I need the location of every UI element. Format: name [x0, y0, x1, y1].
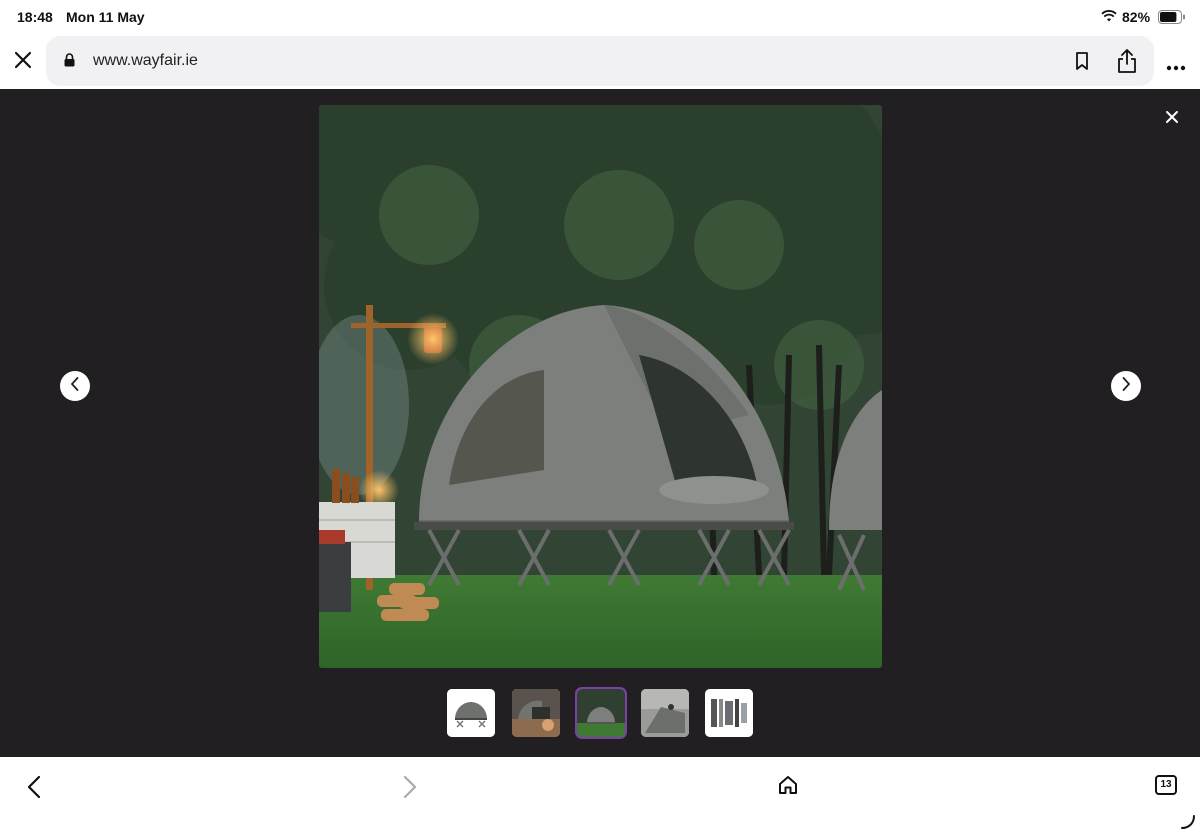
product-image[interactable]: [319, 105, 882, 668]
url-text[interactable]: www.wayfair.ie: [93, 52, 198, 70]
status-time: 18:48: [17, 9, 53, 25]
bookmark-icon[interactable]: [1074, 51, 1090, 76]
thumbnail-2[interactable]: [512, 689, 560, 737]
tabs-icon[interactable]: 13: [1155, 775, 1177, 795]
previous-image-button[interactable]: [60, 371, 90, 401]
thumbnail-3[interactable]: [575, 687, 627, 739]
back-icon[interactable]: [26, 775, 42, 804]
scroll-indicator: [1180, 814, 1196, 835]
wifi-icon: [1101, 9, 1117, 28]
battery-icon: [1158, 10, 1186, 29]
thumbnail-1[interactable]: [447, 689, 495, 737]
close-icon[interactable]: [12, 49, 34, 71]
thumbnail-4[interactable]: [641, 689, 689, 737]
next-image-button[interactable]: [1111, 371, 1141, 401]
battery-percentage: 82%: [1122, 9, 1151, 25]
bottom-toolbar: 13: [0, 757, 1200, 839]
chevron-right-icon: [1120, 376, 1132, 397]
share-icon[interactable]: [1116, 48, 1138, 79]
image-viewer: [0, 89, 1200, 757]
lock-icon: [64, 53, 75, 72]
browser-toolbar: www.wayfair.ie: [0, 34, 1200, 89]
more-icon[interactable]: [1166, 58, 1186, 76]
forward-icon[interactable]: [402, 775, 418, 804]
home-icon[interactable]: [777, 774, 799, 801]
thumbnail-5[interactable]: [705, 689, 753, 737]
close-icon[interactable]: [1164, 109, 1180, 130]
chevron-left-icon: [69, 376, 81, 397]
status-bar: 18:48 Mon 11 May 82%: [0, 0, 1200, 34]
status-date: Mon 11 May: [66, 9, 145, 25]
address-bar[interactable]: www.wayfair.ie: [46, 36, 1154, 86]
